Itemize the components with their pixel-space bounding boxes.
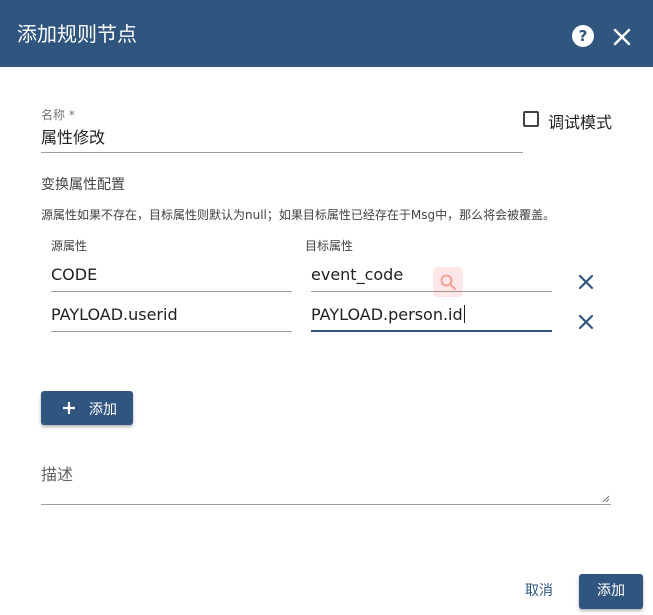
transform-config-title: 变换属性配置 (41, 177, 125, 193)
text-cursor (463, 305, 465, 323)
search-watermark-icon (433, 267, 463, 297)
debug-mode-label: 调试模式 (548, 113, 613, 132)
target-field-row-2[interactable]: PAYLOAD.person.id (311, 305, 465, 324)
name-label: 名称 * (41, 108, 75, 122)
resize-handle-icon[interactable] (601, 488, 610, 507)
name-input-underline (41, 152, 523, 153)
remove-row-2-icon[interactable] (577, 313, 595, 331)
description-underline (41, 504, 611, 505)
target-column-header: 目标属性 (305, 239, 354, 253)
dialog-title: 添加规则节点 (17, 22, 137, 46)
target-field-row-1[interactable]: event_code (311, 265, 403, 284)
plus-icon (62, 401, 76, 415)
add-mapping-button[interactable]: 添加 (41, 391, 133, 425)
target-field-row-1-underline (311, 291, 552, 292)
source-field-row-2-underline (51, 331, 292, 332)
transform-config-hint: 源属性如果不存在，目标属性则默认为null；如果目标属性已经存在于Msg中，那么… (41, 208, 556, 222)
add-mapping-label: 添加 (89, 402, 117, 418)
debug-mode-checkbox[interactable] (523, 111, 539, 127)
source-field-row-1-underline (51, 291, 292, 292)
source-field-row-2[interactable]: PAYLOAD.userid (51, 305, 178, 324)
description-field[interactable]: 描述 (41, 461, 73, 485)
close-icon[interactable] (611, 26, 633, 48)
cancel-button[interactable]: 取消 (512, 574, 566, 608)
confirm-add-button[interactable]: 添加 (579, 574, 643, 609)
target-field-row-2-underline (311, 330, 552, 332)
dialog-header: 添加规则节点 ? (0, 0, 653, 67)
add-rule-node-dialog: 添加规则节点 ? 名称 * 属性修改 调试模式 变换属性配置 源属性如果不存在，… (0, 0, 653, 615)
help-icon[interactable]: ? (572, 25, 594, 47)
remove-row-1-icon[interactable] (577, 273, 595, 291)
target-field-row-2-text: PAYLOAD.person.id (311, 305, 463, 324)
source-field-row-1[interactable]: CODE (51, 265, 97, 284)
source-column-header: 源属性 (51, 239, 88, 253)
name-input[interactable]: 属性修改 (41, 124, 105, 148)
